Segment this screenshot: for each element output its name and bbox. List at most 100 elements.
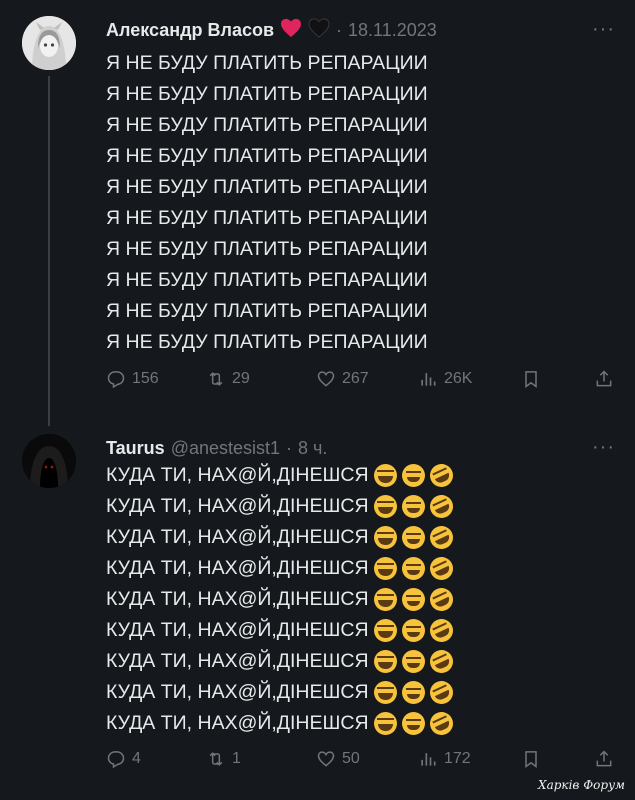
action-bar: 156 29 267 26K [106, 364, 621, 394]
like-count: 50 [342, 750, 360, 767]
retweet-count: 1 [232, 750, 241, 767]
grinning-squinting-face-emoji [401, 526, 425, 549]
author-handle[interactable]: @anestesist1 [171, 438, 280, 459]
grinning-squinting-face-emoji [401, 557, 425, 580]
reply-count: 4 [132, 750, 141, 767]
text-line: КУДА ТИ, НАХ@Й,ДІНЕШСЯ [106, 460, 457, 491]
text-line: Я НЕ БУДУ ПЛАТИТЬ РЕПАРАЦИИ [106, 269, 428, 291]
views-button[interactable]: 172 [418, 744, 471, 774]
tweet-time[interactable]: 8 ч. [298, 438, 327, 459]
text-line-content: КУДА ТИ, НАХ@Й,ДІНЕШСЯ [106, 619, 369, 641]
reply-icon [107, 751, 125, 769]
text-line-content: КУДА ТИ, НАХ@Й,ДІНЕШСЯ [106, 464, 369, 486]
text-line: Я НЕ БУДУ ПЛАТИТЬ РЕПАРАЦИИ [106, 331, 428, 353]
text-line-content: КУДА ТИ, НАХ@Й,ДІНЕШСЯ [106, 650, 369, 672]
grinning-squinting-face-emoji [401, 588, 425, 611]
retweet-icon [209, 372, 223, 386]
share-icon [596, 370, 612, 387]
text-line-content: КУДА ТИ, НАХ@Й,ДІНЕШСЯ [106, 681, 369, 703]
reply-button[interactable]: 4 [106, 744, 141, 774]
retweet-button[interactable]: 1 [206, 744, 241, 774]
grinning-squinting-face-emoji [401, 619, 425, 642]
face-with-tears-of-joy-emoji [373, 681, 397, 704]
author-name[interactable]: Александр Власов [106, 20, 274, 41]
bookmark-button[interactable] [521, 364, 541, 394]
text-line: КУДА ТИ, НАХ@Й,ДІНЕШСЯ [106, 677, 457, 708]
like-button[interactable]: 267 [316, 364, 369, 394]
text-line: КУДА ТИ, НАХ@Й,ДІНЕШСЯ [106, 522, 457, 553]
reply-icon [107, 371, 125, 389]
text-line: Я НЕ БУДУ ПЛАТИТЬ РЕПАРАЦИИ [106, 176, 428, 198]
action-bar: 4 1 50 172 [106, 744, 621, 774]
rolling-on-the-floor-laughing-emoji [425, 677, 457, 708]
rolling-on-the-floor-laughing-emoji [425, 553, 457, 584]
face-with-tears-of-joy-emoji [373, 588, 397, 611]
face-with-tears-of-joy-emoji [373, 619, 397, 642]
anime-avatar-image [22, 16, 76, 70]
face-with-tears-of-joy-emoji [373, 557, 397, 580]
watermark: Харків Форум [538, 778, 625, 792]
text-line-content: КУДА ТИ, НАХ@Й,ДІНЕШСЯ [106, 557, 369, 579]
text-line: Я НЕ БУДУ ПЛАТИТЬ РЕПАРАЦИИ [106, 238, 428, 260]
bookmark-icon [525, 371, 537, 388]
more-options-button[interactable]: ··· [592, 18, 615, 41]
face-with-tears-of-joy-emoji [373, 495, 397, 518]
grinning-squinting-face-emoji [401, 681, 425, 704]
text-line: Я НЕ БУДУ ПЛАТИТЬ РЕПАРАЦИИ [106, 145, 428, 167]
text-line-content: КУДА ТИ, НАХ@Й,ДІНЕШСЯ [106, 495, 369, 517]
share-button[interactable] [594, 744, 614, 774]
rolling-on-the-floor-laughing-emoji [425, 646, 457, 677]
rolling-on-the-floor-laughing-emoji [425, 460, 457, 491]
like-icon [317, 371, 335, 387]
text-line: КУДА ТИ, НАХ@Й,ДІНЕШСЯ [106, 491, 457, 522]
tweet-header: Александр Власов · 18.11.2023 [106, 17, 437, 43]
retweet-button[interactable]: 29 [206, 364, 250, 394]
views-icon [421, 753, 436, 766]
tweet-text: Я НЕ БУДУ ПЛАТИТЬ РЕПАРАЦИИ Я НЕ БУДУ ПЛ… [106, 48, 428, 358]
avatar[interactable] [22, 16, 76, 70]
views-button[interactable]: 26K [418, 364, 472, 394]
more-options-button[interactable]: ··· [592, 436, 615, 459]
text-line: Я НЕ БУДУ ПЛАТИТЬ РЕПАРАЦИИ [106, 83, 428, 105]
red-heart-icon [280, 18, 302, 43]
grinning-squinting-face-emoji [401, 712, 425, 735]
views-icon [421, 373, 436, 386]
tweet-text: КУДА ТИ, НАХ@Й,ДІНЕШСЯ КУДА ТИ, НАХ@Й,ДІН… [106, 460, 457, 739]
black-heart-icon [308, 17, 330, 43]
like-icon [317, 751, 335, 767]
rolling-on-the-floor-laughing-emoji [425, 522, 457, 553]
tweet-1[interactable]: Александр Власов · 18.11.2023 ··· Я НЕ Б… [0, 0, 635, 426]
grinning-squinting-face-emoji [401, 650, 425, 673]
face-with-tears-of-joy-emoji [373, 712, 397, 735]
tweet-date[interactable]: 18.11.2023 [348, 20, 437, 41]
tweet-2[interactable]: Taurus @anestesist1 · 8 ч. ··· КУДА ТИ, … [0, 418, 635, 800]
views-count: 26K [444, 370, 473, 387]
reply-count: 156 [132, 370, 159, 387]
face-with-tears-of-joy-emoji [373, 650, 397, 673]
text-line-content: КУДА ТИ, НАХ@Й,ДІНЕШСЯ [106, 712, 369, 734]
views-count: 172 [444, 750, 471, 767]
like-button[interactable]: 50 [316, 744, 360, 774]
grinning-squinting-face-emoji [401, 495, 425, 518]
retweet-icon [209, 752, 223, 766]
text-line: Я НЕ БУДУ ПЛАТИТЬ РЕПАРАЦИИ [106, 52, 428, 74]
separator-dot: · [286, 437, 293, 458]
hooded-figure-avatar-image [22, 434, 76, 488]
bookmark-button[interactable] [521, 744, 541, 774]
tweet-header: Taurus @anestesist1 · 8 ч. [106, 436, 327, 460]
rolling-on-the-floor-laughing-emoji [425, 708, 457, 739]
text-line: Я НЕ БУДУ ПЛАТИТЬ РЕПАРАЦИИ [106, 300, 428, 322]
retweet-count: 29 [232, 370, 250, 387]
grinning-squinting-face-emoji [401, 464, 425, 487]
reply-button[interactable]: 156 [106, 364, 159, 394]
separator-dot: · [336, 19, 343, 40]
face-with-tears-of-joy-emoji [373, 464, 397, 487]
text-line-content: КУДА ТИ, НАХ@Й,ДІНЕШСЯ [106, 526, 369, 548]
text-line: Я НЕ БУДУ ПЛАТИТЬ РЕПАРАЦИИ [106, 114, 428, 136]
text-line: КУДА ТИ, НАХ@Й,ДІНЕШСЯ [106, 584, 457, 615]
share-button[interactable] [594, 364, 614, 394]
author-name[interactable]: Taurus [106, 438, 165, 459]
avatar[interactable] [22, 434, 76, 488]
text-line: КУДА ТИ, НАХ@Й,ДІНЕШСЯ [106, 708, 457, 739]
thread-line [48, 76, 50, 426]
